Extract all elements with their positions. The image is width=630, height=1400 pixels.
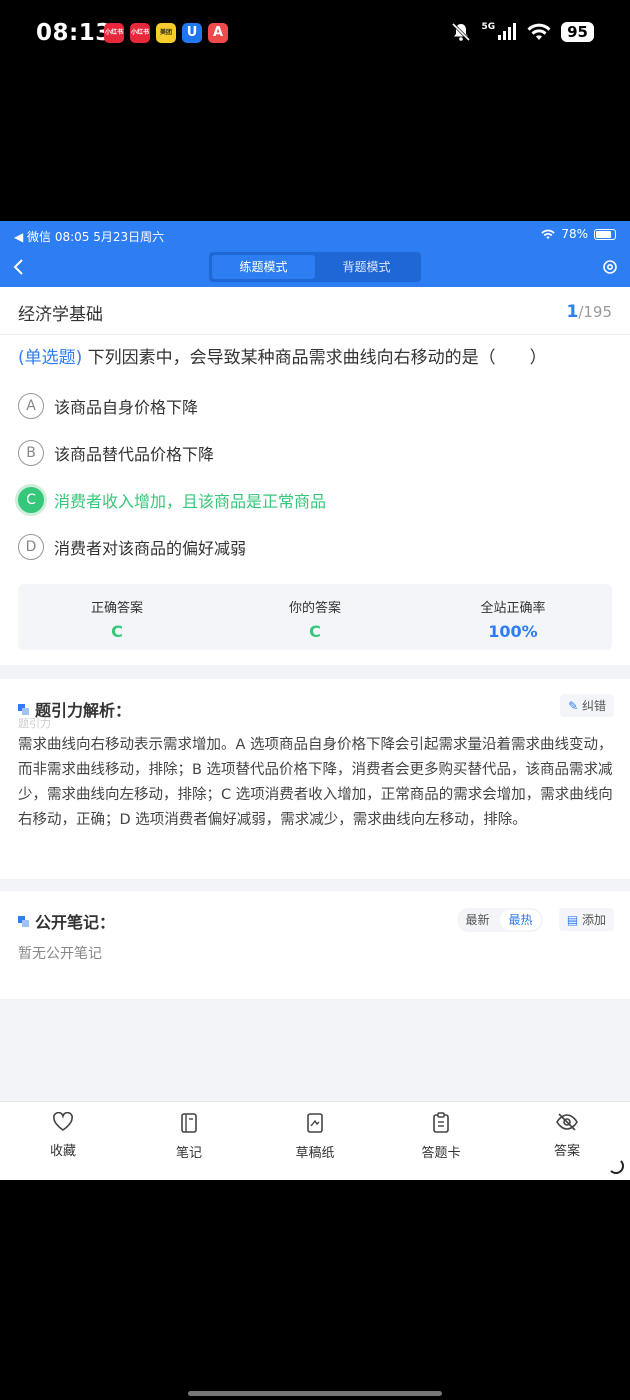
option-letter: A (18, 393, 44, 419)
analysis-text: 需求曲线向右移动表示需求增加。A 选项商品自身价格下降会引起需求量沿着需求曲线变… (18, 737, 613, 828)
empty-notes-text: 暂无公开笔记 (18, 946, 102, 962)
draft-paper-label: 草稿纸 (295, 1146, 335, 1161)
notes-sort-switch: 最新 最热 (457, 908, 543, 932)
tab-practice-mode[interactable]: 练题模式 (212, 255, 315, 279)
eye-off-icon (556, 1113, 578, 1131)
notes-title-text: 公开笔记： (35, 913, 116, 932)
sort-hot[interactable]: 最热 (500, 910, 541, 930)
draft-paper-icon (307, 1113, 323, 1133)
option-c[interactable]: C 消费者收入增加，且该商品是正常商品 (18, 486, 326, 514)
section-marker-icon (18, 915, 29, 927)
notification-app-icons: 小红书 小红书 美团 U A (104, 23, 228, 43)
draft-paper-button[interactable]: 草稿纸 (252, 1102, 378, 1180)
a-app-icon: A (208, 23, 228, 43)
gear-icon (603, 260, 617, 274)
signal-icon (498, 23, 517, 40)
add-note-label: 添加 (581, 913, 606, 927)
show-answer-label: 答案 (553, 1144, 580, 1159)
answer-sheet-label: 答题卡 (421, 1146, 461, 1161)
option-text: 消费者对该商品的偏好减弱 (54, 539, 247, 558)
question-type: (单选题) (18, 348, 83, 368)
bottom-toolbar: 收藏 笔记 草稿纸 答题卡 答案 (0, 1101, 630, 1180)
section-marker-icon (18, 703, 29, 715)
tablet-status-right: 78% (541, 227, 616, 241)
wifi-icon (541, 229, 556, 239)
option-b[interactable]: B 该商品替代品价格下降 (18, 439, 214, 467)
meituan-app-icon: 美团 (156, 23, 176, 43)
analysis-watermark: 题引力 (18, 717, 51, 730)
favorite-button[interactable]: 收藏 (0, 1102, 126, 1180)
phone-status-icons: 5G 95 (451, 22, 594, 42)
tab-memorize-mode[interactable]: 背题模式 (315, 255, 418, 279)
favorite-label: 收藏 (49, 1144, 76, 1159)
option-text: 该商品替代品价格下降 (54, 445, 215, 464)
settings-button[interactable] (602, 259, 618, 279)
home-indicator[interactable] (188, 1391, 442, 1396)
xiaohongshu-app-icon: 小红书 (130, 23, 150, 43)
xiaohongshu-app-icon: 小红书 (104, 23, 124, 43)
notes-button[interactable]: 笔记 (126, 1102, 252, 1180)
phone-clock: 08:13 (36, 20, 112, 46)
notes-title: 公开笔记： (18, 909, 115, 933)
answer-sheet-button[interactable]: 答题卡 (378, 1102, 504, 1180)
option-letter: C (18, 487, 44, 513)
u-app-icon: U (182, 23, 202, 43)
heart-icon (53, 1111, 73, 1131)
mute-bell-icon (452, 22, 471, 42)
option-d[interactable]: D 消费者对该商品的偏好减弱 (18, 533, 246, 561)
notebook-icon (181, 1113, 197, 1133)
notes-label: 笔记 (175, 1146, 202, 1161)
network-type: 5G (481, 22, 496, 32)
subject-title: 经济学基础 (18, 305, 103, 325)
tablet-status-left: ◀ 微信 08:05 5月23日周六 (14, 230, 165, 244)
loading-spinner-icon (608, 1158, 624, 1174)
battery-icon (594, 228, 616, 240)
edit-icon: ✎ (568, 699, 579, 713)
option-letter: D (18, 534, 44, 560)
analysis-card: 题引力解析： 题引力 ✎ 纠错 需求曲线向右移动表示需求增加。A 选项商品自身价… (0, 679, 630, 879)
mode-switch: 练题模式 背题模式 (209, 252, 421, 282)
public-notes-card: 公开笔记： 最新 最热 ▤ 添加 暂无公开笔记 (0, 891, 630, 999)
total-questions: /195 (578, 303, 612, 321)
report-error-label: 纠错 (581, 699, 606, 713)
tablet-battery-percent: 78% (561, 227, 588, 241)
phone-status-bar: 08:13 小红书 小红书 美团 U A 5G 95 (0, 0, 630, 70)
chevron-left-icon (13, 259, 23, 275)
add-note-button[interactable]: ▤ 添加 (558, 908, 614, 931)
sort-latest[interactable]: 最新 (457, 908, 498, 932)
current-question-number: 1 (566, 302, 579, 322)
answer-sheet-icon (433, 1112, 449, 1133)
app-header: ◀ 微信 08:05 5月23日周六 78% 练题模式 背题模式 (0, 221, 630, 287)
question-progress: 1/195 (566, 302, 612, 322)
wifi-icon (527, 23, 551, 40)
question-text: (单选题) 下列因素中，会导致某种商品需求曲线向右移动的是（ ） (18, 345, 618, 371)
option-letter: B (18, 440, 44, 466)
back-button[interactable] (12, 257, 26, 281)
option-text: 该商品自身价格下降 (54, 398, 199, 417)
report-error-button[interactable]: ✎ 纠错 (560, 694, 614, 717)
question-stem: 下列因素中，会导致某种商品需求曲线向右移动的是（ ） (87, 348, 547, 368)
phone-battery: 95 (561, 22, 594, 42)
option-a[interactable]: A 该商品自身价格下降 (18, 392, 198, 420)
note-add-icon: ▤ (566, 913, 579, 927)
subject-bar: 经济学基础 1/195 (0, 287, 630, 335)
option-text: 消费者收入增加，且该商品是正常商品 (54, 492, 327, 511)
